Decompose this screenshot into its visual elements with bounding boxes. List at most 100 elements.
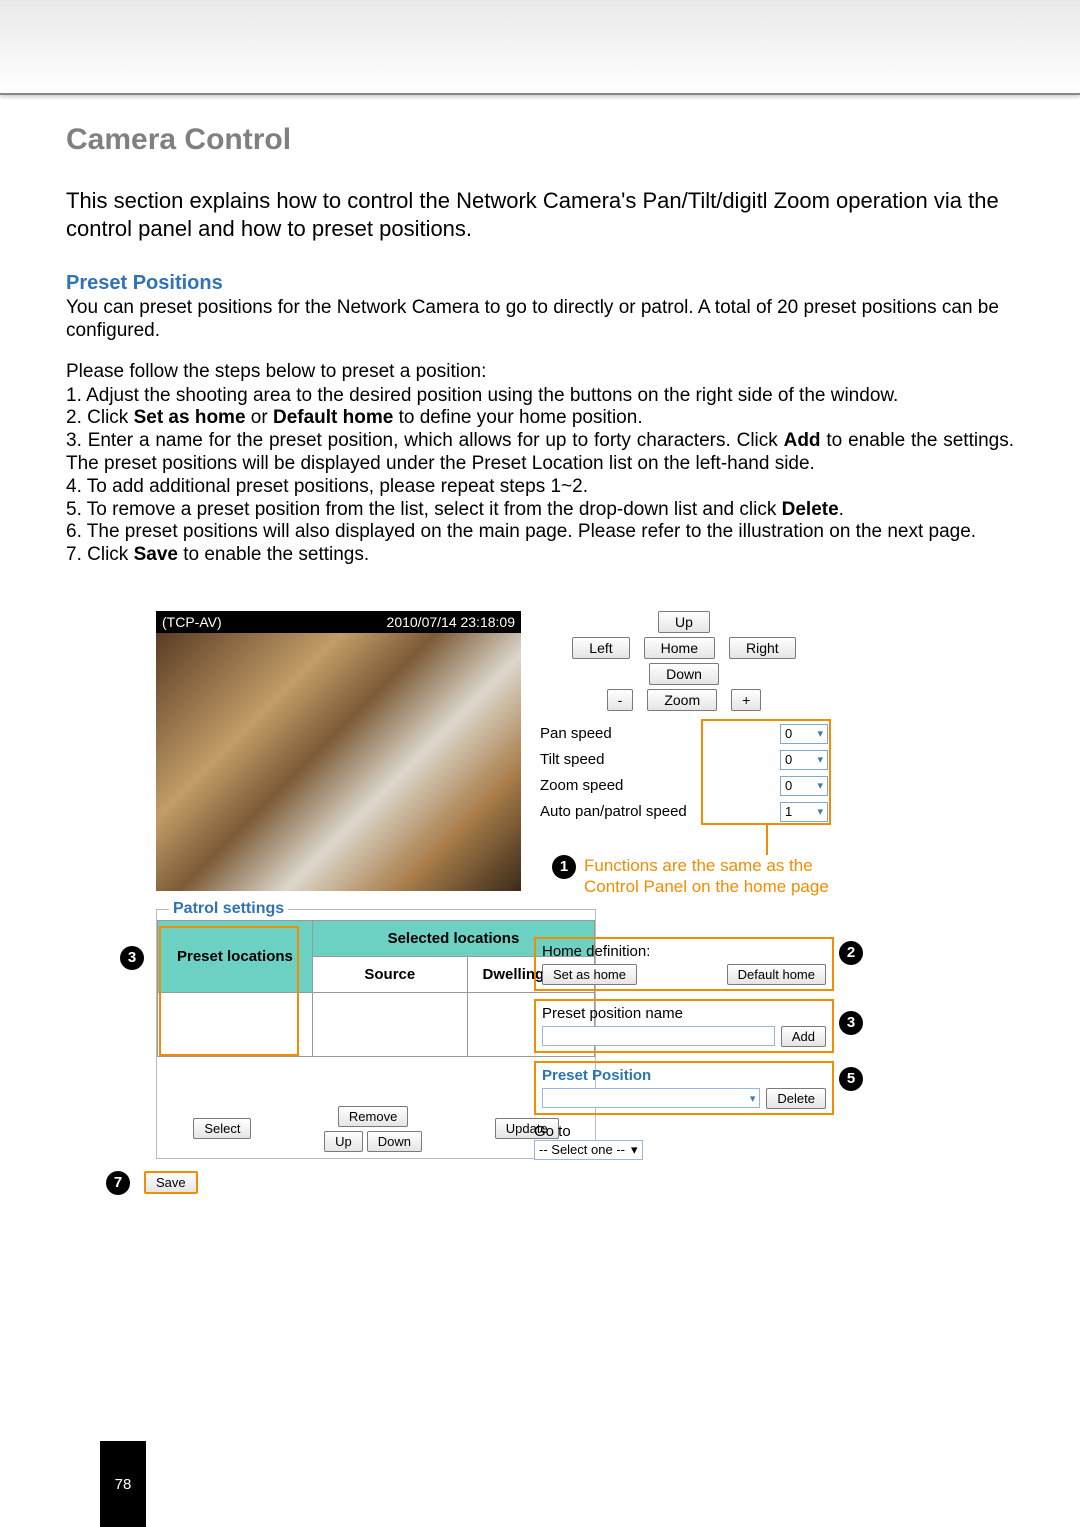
t: to define your home position. [393,407,642,428]
v: 0 [785,778,792,793]
patrol-buttons: Select Remove Up Down Update [157,1106,595,1152]
t: or [246,407,273,428]
preset-position-select[interactable]: ▾ [542,1088,760,1108]
home-definition-box: Home definition: Set as home Default hom… [534,937,834,991]
callout-7: 7 [106,1171,130,1195]
t: 3. Enter a name for the preset position,… [66,430,784,451]
video-timestamp: 2010/07/14 23:18:09 [387,614,515,630]
add-button[interactable]: Add [781,1026,826,1047]
up-button[interactable]: Up [658,611,710,633]
video-image [156,633,521,891]
t: 2. Click [66,407,134,428]
callout-2: 2 [839,941,863,965]
goto-select[interactable]: -- Select one -- ▾ [534,1140,643,1160]
step-3: 3. Enter a name for the preset position,… [66,430,1014,476]
zoom-speed-label: Zoom speed [540,777,623,794]
move-down-button[interactable]: Down [367,1131,422,1152]
step-4: 4. To add additional preset positions, p… [66,476,1014,499]
step-6: 6. The preset positions will also displa… [66,521,1014,544]
goto-select-value: -- Select one -- [539,1142,625,1157]
th-source: Source [312,956,467,992]
delete-button[interactable]: Delete [766,1088,826,1109]
save-button[interactable]: Save [144,1171,198,1194]
step-2: 2. Click Set as home or Default home to … [66,407,1014,430]
zoom-speed-select[interactable]: 0▾ [780,776,828,796]
zoom-out-button[interactable]: - [607,689,634,711]
callout-1: 1 [552,855,576,879]
video-overlay: (TCP-AV) 2010/07/14 23:18:09 [156,611,521,633]
preset-position-label: Preset Position [542,1067,826,1084]
left-button[interactable]: Left [572,637,629,659]
t: to enable the settings. [178,544,369,565]
set-as-home-button[interactable]: Set as home [542,964,637,985]
page-title: Camera Control [66,123,1014,157]
remove-button[interactable]: Remove [338,1106,408,1127]
patrol-table: Preset locations Selected locations Sour… [157,920,595,1057]
step-5: 5. To remove a preset position from the … [66,499,1014,522]
t: 5. To remove a preset position from the … [66,499,782,520]
preset-name-input[interactable] [542,1026,775,1046]
tilt-speed-select[interactable]: 0▾ [780,750,828,770]
preset-paragraph: You can preset positions for the Network… [66,297,1014,343]
chevron-down-icon: ▾ [817,753,823,766]
right-button[interactable]: Right [729,637,796,659]
t: Save [134,544,178,565]
cell-source[interactable] [312,992,467,1056]
t: Add [784,430,821,451]
callout-5: 5 [839,1067,863,1091]
right-column: Home definition: Set as home Default hom… [534,937,834,1160]
tilt-speed-label: Tilt speed [540,751,604,768]
chevron-down-icon: ▾ [817,727,823,740]
preset-position-box: Preset Position ▾ Delete [534,1061,834,1115]
video-codec: (TCP-AV) [162,614,222,630]
pan-speed-label: Pan speed [540,725,612,742]
illustration: (TCP-AV) 2010/07/14 23:18:09 Up Left Hom… [66,611,1014,1221]
cell-preset-list[interactable] [158,992,313,1056]
preset-name-box: Preset position name Add [534,999,834,1053]
page-number: 78 [115,1476,132,1493]
chevron-down-icon: ▾ [817,805,823,818]
intro-paragraph: This section explains how to control the… [66,187,1014,242]
t: 7. Click [66,544,134,565]
th-preset-locations: Preset locations [158,920,313,992]
steps-list: 1. Adjust the shooting area to the desir… [66,385,1014,567]
auto-speed-label: Auto pan/patrol speed [540,803,687,820]
auto-speed-select[interactable]: 1▾ [780,802,828,822]
v: 1 [785,804,792,819]
select-button[interactable]: Select [193,1118,251,1139]
goto-label: Go to [534,1123,834,1140]
t: Default home [273,407,393,428]
connector-line [766,825,768,855]
step-1: 1. Adjust the shooting area to the desir… [66,385,1014,408]
zoom-label: Zoom [647,689,717,711]
patrol-legend: Patrol settings [169,900,288,918]
pan-speed-select[interactable]: 0▾ [780,724,828,744]
t: . [839,499,844,520]
preset-name-label: Preset position name [542,1005,826,1022]
patrol-settings-fieldset: Patrol settings Preset locations Selecte… [156,909,596,1159]
callout-3-left: 3 [120,946,144,970]
video-preview: (TCP-AV) 2010/07/14 23:18:09 [156,611,521,891]
t: Delete [782,499,839,520]
callout-3-right: 3 [839,1011,863,1035]
steps-intro: Please follow the steps below to preset … [66,361,1014,383]
preset-heading: Preset Positions [66,272,1014,295]
header-gradient [0,0,1080,95]
chevron-down-icon: ▾ [750,1092,756,1105]
down-button[interactable]: Down [649,663,719,685]
home-button[interactable]: Home [644,637,715,659]
t: Set as home [134,407,246,428]
save-row: 7 Save [106,1171,198,1195]
move-up-button[interactable]: Up [324,1131,363,1152]
page-content: Camera Control This section explains how… [0,95,1080,1221]
v: 0 [785,726,792,741]
zoom-in-button[interactable]: + [731,689,761,711]
step-7: 7. Click Save to enable the settings. [66,544,1014,567]
home-def-label: Home definition: [542,943,826,960]
default-home-button[interactable]: Default home [727,964,826,985]
callout-1-note: Functions are the same as the Control Pa… [584,855,844,898]
v: 0 [785,752,792,767]
chevron-down-icon: ▾ [631,1142,638,1158]
ptz-control-panel: Up Left Home Right Down - Zoom + Pan spe… [534,611,834,825]
chevron-down-icon: ▾ [817,779,823,792]
